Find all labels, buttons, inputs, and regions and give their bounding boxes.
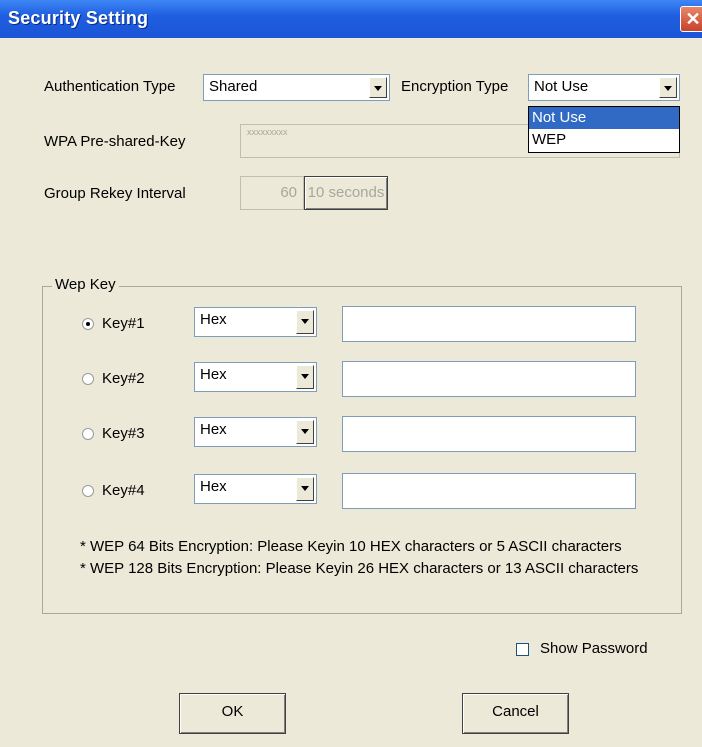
wep-128-note: * WEP 128 Bits Encryption: Please Keyin … <box>80 560 639 577</box>
authentication-type-value: Shared <box>209 78 258 95</box>
window-title: Security Setting <box>8 8 149 28</box>
ok-button-label: OK <box>221 703 244 720</box>
chevron-down-icon[interactable] <box>296 477 314 501</box>
authentication-type-select[interactable]: Shared <box>203 74 390 101</box>
key4-input[interactable] <box>342 473 636 509</box>
wpa-psk-label: WPA Pre-shared-Key <box>44 133 186 150</box>
chevron-down-icon[interactable] <box>296 310 314 334</box>
cancel-button-label: Cancel <box>492 703 539 720</box>
key4-format-value: Hex <box>200 478 227 495</box>
close-icon[interactable]: ✕ <box>680 6 702 32</box>
show-password-label: Show Password <box>540 640 648 657</box>
cancel-button[interactable]: Cancel <box>462 693 569 734</box>
key3-format-select[interactable]: Hex <box>194 417 317 447</box>
rekey-unit-label: 10 seconds <box>307 184 385 201</box>
key3-input[interactable] <box>342 416 636 452</box>
wpa-psk-value: xxxxxxxxx <box>247 127 288 137</box>
key3-label: Key#3 <box>102 425 145 442</box>
key2-radio[interactable] <box>82 373 94 385</box>
chevron-down-icon[interactable] <box>296 420 314 444</box>
key2-input[interactable] <box>342 361 636 397</box>
wep-64-note: * WEP 64 Bits Encryption: Please Keyin 1… <box>80 538 622 555</box>
show-password-checkbox[interactable] <box>516 643 529 656</box>
encryption-type-label: Encryption Type <box>401 78 509 95</box>
group-rekey-input[interactable]: 60 <box>240 176 304 210</box>
encryption-type-select[interactable]: Not Use <box>528 74 680 101</box>
chevron-down-icon[interactable] <box>659 77 677 98</box>
key4-label: Key#4 <box>102 482 145 499</box>
chevron-down-icon[interactable] <box>296 365 314 389</box>
key4-radio[interactable] <box>82 485 94 497</box>
group-rekey-value: 60 <box>280 184 297 201</box>
encryption-type-dropdown[interactable]: Not Use WEP <box>528 106 680 153</box>
key2-format-value: Hex <box>200 366 227 383</box>
key3-radio[interactable] <box>82 428 94 440</box>
ok-button[interactable]: OK <box>179 693 286 734</box>
key2-format-select[interactable]: Hex <box>194 362 317 392</box>
title-bar: Security Setting <box>0 0 702 38</box>
wep-key-legend: Wep Key <box>52 276 119 293</box>
group-rekey-label: Group Rekey Interval <box>44 185 186 202</box>
encryption-option-not-use[interactable]: Not Use <box>529 107 679 129</box>
authentication-type-label: Authentication Type <box>44 78 176 95</box>
rekey-unit-button: 10 seconds <box>304 176 388 210</box>
chevron-down-icon[interactable] <box>369 77 387 98</box>
key4-format-select[interactable]: Hex <box>194 474 317 504</box>
key1-label: Key#1 <box>102 315 145 332</box>
encryption-option-wep[interactable]: WEP <box>529 129 679 151</box>
key1-radio[interactable] <box>82 318 94 330</box>
key1-format-select[interactable]: Hex <box>194 307 317 337</box>
key1-input[interactable] <box>342 306 636 342</box>
key1-format-value: Hex <box>200 311 227 328</box>
key3-format-value: Hex <box>200 421 227 438</box>
key2-label: Key#2 <box>102 370 145 387</box>
encryption-type-value: Not Use <box>534 78 589 95</box>
